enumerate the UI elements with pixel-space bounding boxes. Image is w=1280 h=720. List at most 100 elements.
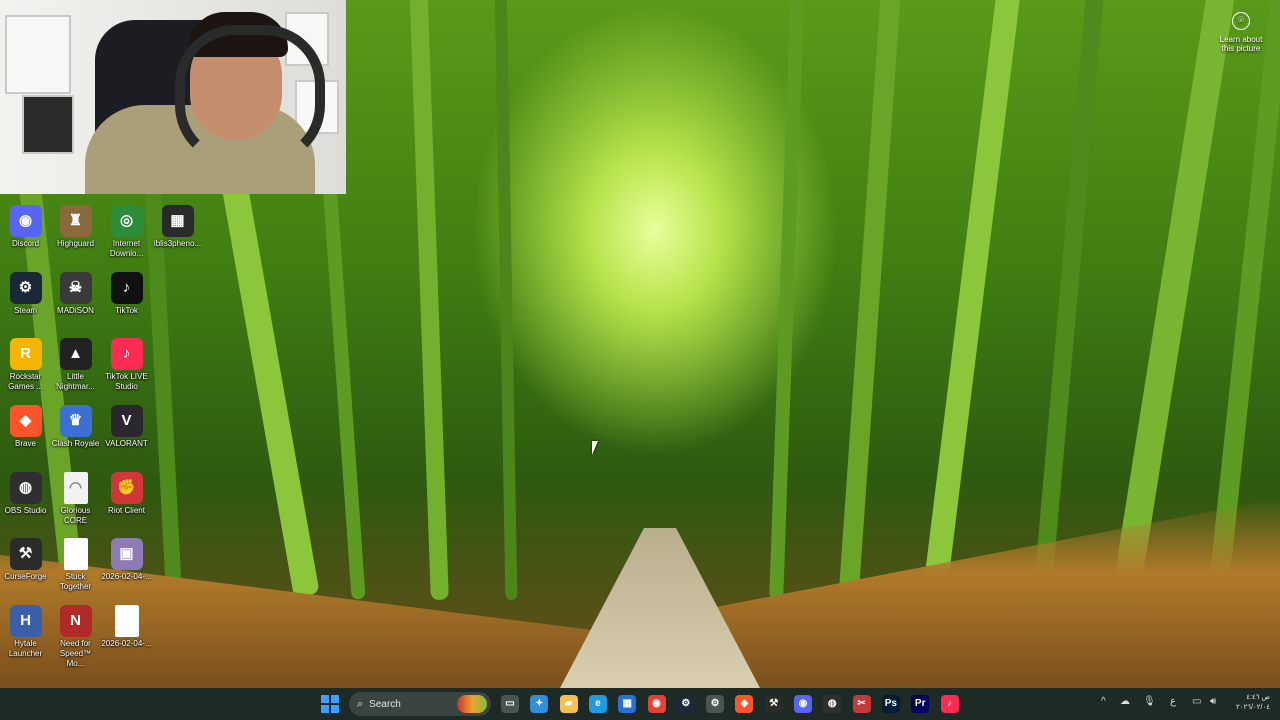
- discord-icon: ◉: [9, 205, 42, 237]
- learn-about-label: Learn about this picture: [1219, 35, 1263, 53]
- desktop-icon-label: Internet Downlo...: [109, 239, 144, 258]
- internet-download-manager-icon: ◎: [110, 205, 143, 237]
- microsoft-store-icon[interactable]: ▦: [618, 695, 637, 713]
- wallpaper-bamboo: [1033, 0, 1105, 600]
- desktop-icon-label: TikTok: [115, 306, 138, 315]
- steam-icon: ⚙: [9, 272, 42, 304]
- taskbar-search-box[interactable]: ⌕ Search: [349, 692, 491, 716]
- windows-logo-icon: [331, 705, 339, 713]
- desktop-icon-label: OBS Studio: [4, 506, 47, 515]
- learn-about-picture-button[interactable]: ⌾ Learn about this picture: [1214, 12, 1268, 53]
- desktop-icon-label: TikTok LIVE Studio: [105, 372, 148, 391]
- desktop-icon-label: MADiSON: [57, 306, 94, 315]
- onedrive-icon[interactable]: ☁: [1120, 696, 1130, 707]
- webcam-plaque: [5, 15, 71, 94]
- desktop-icon-label: 2026-02-04-...: [101, 572, 152, 581]
- desktop-icon-label: 2026-02-04-...: [101, 639, 152, 648]
- windows-logo-icon: [321, 695, 329, 703]
- edge-icon[interactable]: e: [588, 695, 607, 713]
- camera-icon: ⌾: [1232, 12, 1250, 30]
- obs-studio-icon[interactable]: ◍: [823, 695, 842, 713]
- file-explorer-icon[interactable]: ▰: [559, 695, 578, 713]
- desktop-icon-label: Discord: [11, 239, 40, 248]
- clash-royale-icon: ♛: [59, 405, 92, 437]
- desktop-icon-file[interactable]: Stuck Together: [50, 538, 101, 592]
- tiktok-live-studio-icon[interactable]: ♪: [940, 695, 959, 713]
- tiktok-icon: ♪: [110, 272, 143, 304]
- desktop-icon-label: Need for Speed™ Mo...: [59, 639, 92, 668]
- desktop-icon-label: CurseForge: [4, 572, 47, 581]
- desktop-icon-brave[interactable]: ◆ Brave: [0, 405, 51, 449]
- mouse-cursor-icon: [592, 441, 604, 455]
- desktop-icon-glorious-core[interactable]: ◠ Glorious CORE: [50, 472, 101, 526]
- desktop-icon-discord[interactable]: ◉ Discord: [0, 205, 51, 249]
- need-for-speed-icon: N: [59, 605, 92, 637]
- desktop-icon-label: Hytale Launcher: [8, 639, 43, 658]
- taskbar-clock[interactable]: ص ٤:٤٦ ٢٠٢٦/٠٢/٠٤: [1226, 693, 1270, 713]
- desktop-icon-obs-studio[interactable]: ◍ OBS Studio: [0, 472, 51, 516]
- wallpaper-bamboo: [838, 0, 902, 600]
- desktop-icon-riot-client[interactable]: ✊ Riot Client: [101, 472, 152, 516]
- chrome-icon[interactable]: ◉: [647, 695, 666, 713]
- wallpaper-bamboo: [409, 0, 449, 601]
- show-hidden-icons-chevron-icon[interactable]: ^: [1101, 696, 1106, 707]
- wallpaper-bamboo: [494, 0, 518, 601]
- desktop-icon-little-nightmares[interactable]: ▲ Little Nightmar...: [50, 338, 101, 392]
- desktop-icon-steam[interactable]: ⚙ Steam: [0, 272, 51, 316]
- desktop-icon-label: Brave: [15, 439, 36, 448]
- windows-logo-icon: [321, 705, 329, 713]
- desktop-icon-tiktok-live-studio[interactable]: ♪ TikTok LIVE Studio: [101, 338, 152, 392]
- clock-date: ٢٠٢٦/٠٢/٠٤: [1236, 704, 1270, 711]
- discord-icon[interactable]: ◉: [794, 695, 812, 713]
- little-nightmares-icon: ▲: [59, 338, 92, 370]
- desktop-icon-label: Clash Royale: [51, 439, 100, 448]
- desktop-icon-madison[interactable]: ☠ MADiSON: [50, 272, 101, 316]
- riot-client-icon: ✊: [110, 472, 143, 504]
- highguard-icon: ♜: [59, 205, 92, 237]
- desktop-icon-curseforge[interactable]: ⚒ CurseForge: [0, 538, 51, 582]
- file-icon: [114, 605, 139, 637]
- file-icon: [63, 538, 88, 570]
- obs-studio-icon: ◍: [9, 472, 42, 504]
- photoshop-icon[interactable]: Ps: [881, 695, 900, 713]
- network-icon[interactable]: ▭: [1192, 696, 1201, 707]
- valorant-icon: V: [110, 405, 143, 437]
- desktop-icon-rockstar-games[interactable]: R Rockstar Games ...: [0, 338, 51, 392]
- desktop-icon-need-for-speed[interactable]: N Need for Speed™ Mo...: [50, 605, 101, 669]
- desktop-icon-label: Highguard: [57, 239, 94, 248]
- desktop-icon-label: Glorious CORE: [60, 506, 91, 525]
- steam-icon[interactable]: ⚙: [676, 695, 695, 713]
- desktop-icon-label: Steam: [13, 306, 38, 315]
- task-view-icon[interactable]: ▭: [501, 695, 519, 713]
- input-language-indicator[interactable]: ع: [1170, 696, 1176, 707]
- desktop-icon-image-file[interactable]: ▣ 2026-02-04-...: [101, 538, 152, 582]
- desktop-icon-label: Stuck Together: [59, 572, 92, 591]
- desktop-icon-file[interactable]: 2026-02-04-...: [101, 605, 152, 649]
- start-button[interactable]: [321, 695, 339, 713]
- webcam-plaque: [22, 95, 74, 154]
- clock-time: ص ٤:٤٦: [1246, 694, 1270, 701]
- desktop-icon-hytale-launcher[interactable]: H Hytale Launcher: [0, 605, 51, 659]
- microphone-icon[interactable]: 🎙︎: [1143, 696, 1156, 707]
- image-file-icon: ▣: [110, 538, 143, 570]
- wallpaper-bamboo: [769, 0, 805, 601]
- volume-icon[interactable]: 🔊︎: [1210, 696, 1216, 707]
- brave-icon[interactable]: ◆: [735, 695, 754, 713]
- webcam-overlay: [0, 0, 346, 194]
- desktop-icon-internet-download-manager[interactable]: ◎ Internet Downlo...: [101, 205, 152, 259]
- desktop-icon-clash-royale[interactable]: ♛ Clash Royale: [50, 405, 101, 449]
- curseforge-icon[interactable]: ⚒: [764, 695, 783, 713]
- desktop-icon-iblis[interactable]: ▦ iblis3pheno...: [152, 205, 203, 249]
- desktop-icon-valorant[interactable]: V VALORANT: [101, 405, 152, 449]
- tiktok-live-studio-icon: ♪: [110, 338, 143, 370]
- snipping-tool-icon[interactable]: ✂: [852, 695, 871, 713]
- premiere-icon[interactable]: Pr: [911, 695, 930, 713]
- desktop-icon-tiktok[interactable]: ♪ TikTok: [101, 272, 152, 316]
- settings-icon[interactable]: ⚙: [706, 695, 725, 713]
- iblis-icon: ▦: [161, 205, 194, 237]
- desktop-icon-highguard[interactable]: ♜ Highguard: [50, 205, 101, 249]
- search-icon: ⌕: [357, 697, 364, 710]
- copilot-icon[interactable]: ✦: [530, 695, 549, 713]
- webcam-headset: [175, 25, 325, 165]
- search-highlight-icon: [457, 695, 487, 713]
